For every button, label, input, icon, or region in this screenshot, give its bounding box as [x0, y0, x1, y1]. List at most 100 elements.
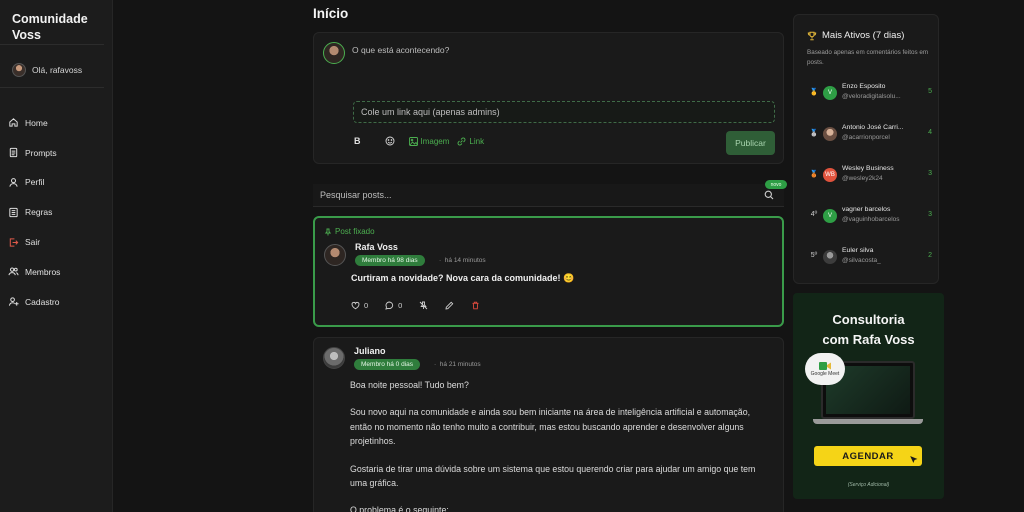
image-button[interactable]: Imagem: [408, 136, 449, 146]
post-card: Juliano Membro há 0 dias · há 21 minutos…: [313, 337, 784, 512]
image-icon: [408, 136, 418, 146]
ranking-row[interactable]: 4º V vagner barcelos @vaguinhobarcelos 3: [807, 204, 932, 228]
trophy-icon: [807, 31, 817, 40]
rank-name: Antonio José Carri...: [842, 124, 904, 131]
document-icon: [9, 148, 18, 158]
greeting-text: Olá, rafavoss: [32, 65, 83, 75]
sidebar-nav: Home Prompts Perfil Regras Sair Membros …: [8, 108, 108, 317]
user-add-icon: [8, 297, 19, 306]
post-time-text: há 21 minutos: [439, 361, 481, 368]
rank-handle: @acarrionporcel: [842, 134, 890, 141]
post-author[interactable]: Rafa Voss: [355, 242, 398, 252]
ranking-row[interactable]: 5º Euler silva @silvacosta_ 2: [807, 245, 932, 269]
rules-icon: [9, 207, 18, 217]
pencil-icon: [445, 301, 454, 310]
rank-name: Wesley Business: [842, 165, 894, 172]
sidebar-item-label: Regras: [25, 207, 53, 218]
meet-label: Google Meet: [810, 371, 840, 377]
page-title: Início: [313, 6, 349, 21]
sidebar-item-membros[interactable]: Membros: [8, 257, 108, 287]
like-count: 0: [364, 301, 369, 310]
rank-position: 4º: [810, 211, 818, 218]
most-active-card: Mais Ativos (7 dias) Baseado apenas em c…: [793, 14, 939, 284]
avatar: V: [823, 209, 837, 223]
publish-button[interactable]: Publicar: [726, 131, 775, 155]
sidebar-item-label: Sair: [25, 237, 41, 248]
consulting-promo[interactable]: Consultoria com Rafa Voss Google Meet AG…: [793, 293, 944, 499]
like-button[interactable]: 0: [351, 301, 368, 310]
sidebar-item-regras[interactable]: Regras: [8, 197, 108, 227]
rank-name: Enzo Esposito: [842, 83, 886, 90]
sidebar-divider: [0, 44, 104, 45]
avatar: V: [823, 86, 837, 100]
post-actions: 0 0: [351, 301, 497, 310]
sidebar: Comunidade Voss Olá, rafavoss Home Promp…: [0, 0, 113, 512]
sidebar-item-sair[interactable]: Sair: [8, 227, 108, 257]
users-icon: [8, 267, 19, 276]
avatar: [12, 63, 26, 77]
sidebar-item-perfil[interactable]: Perfil: [8, 168, 108, 198]
composer-input[interactable]: O que está acontecendo?: [352, 45, 449, 55]
composer-toolbar: B Imagem Link: [354, 136, 492, 146]
sidebar-item-label: Membros: [25, 266, 61, 277]
video-camera-icon: [819, 362, 831, 370]
home-icon: [9, 118, 18, 128]
pinned-post: Post fixado Rafa Voss Membro há 98 dias …: [313, 216, 784, 327]
emoji-icon: [385, 136, 394, 146]
ranking-row[interactable]: 🥉 WB Wesley Business @wesley2k24 3: [807, 163, 932, 187]
avatar[interactable]: [323, 347, 345, 369]
edit-button[interactable]: [445, 301, 454, 310]
user-icon: [9, 178, 18, 187]
rank-position: 🥇: [809, 89, 819, 96]
delete-button[interactable]: [471, 301, 480, 310]
rank-name: Euler silva: [842, 247, 874, 254]
comment-button[interactable]: 0: [385, 301, 402, 310]
post-time: · há 14 minutos: [439, 257, 486, 264]
ranking-row[interactable]: 🥇 V Enzo Esposito @veloradigitalsolu... …: [807, 81, 932, 105]
heart-icon: [351, 301, 360, 310]
link-input[interactable]: Cole um link aqui (apenas admins): [353, 101, 775, 123]
search-input[interactable]: Pesquisar posts...: [313, 184, 784, 207]
pinned-label-text: Post fixado: [335, 227, 375, 236]
post-author[interactable]: Juliano: [354, 346, 386, 356]
rank-handle: @veloradigitalsolu...: [842, 93, 901, 100]
unpin-button[interactable]: [419, 301, 428, 310]
link-button[interactable]: Link: [457, 137, 484, 146]
post-paragraph: O problema é o seguinte:: [350, 505, 449, 512]
ranking-row[interactable]: 🥈 Antonio José Carri... @acarrionporcel …: [807, 122, 932, 146]
sidebar-divider: [0, 87, 104, 88]
sidebar-item-cadastro[interactable]: Cadastro: [8, 287, 108, 317]
link-button-label: Link: [469, 136, 485, 146]
promo-title: Consultoria com Rafa Voss: [793, 310, 944, 350]
post-time-text: há 14 minutos: [444, 257, 486, 264]
sidebar-item-prompts[interactable]: Prompts: [8, 138, 108, 168]
rank-position: 🥉: [809, 171, 819, 178]
unpin-icon: [420, 301, 428, 310]
user-greeting[interactable]: Olá, rafavoss: [12, 63, 82, 77]
sidebar-item-label: Prompts: [25, 147, 57, 158]
post-body: Boa noite pessoal! Tudo bem? Sou novo aq…: [350, 378, 770, 512]
sidebar-item-home[interactable]: Home: [8, 108, 108, 138]
avatar: [823, 127, 837, 141]
sidebar-item-label: Home: [25, 117, 48, 128]
sidebar-item-label: Perfil: [25, 177, 45, 188]
new-badge: novo: [765, 180, 787, 189]
rank-handle: @silvacosta_: [842, 257, 881, 264]
google-meet-badge: Google Meet: [805, 353, 845, 385]
pinned-label: Post fixado: [324, 227, 375, 236]
avatar: [323, 42, 345, 64]
bold-button[interactable]: B: [354, 136, 361, 146]
emoji-button[interactable]: [385, 136, 395, 146]
rank-handle: @wesley2k24: [842, 175, 883, 182]
rank-count: 4: [928, 129, 932, 136]
post-paragraph: Boa noite pessoal! Tudo bem?: [350, 380, 469, 390]
rank-count: 5: [928, 88, 932, 95]
rank-count: 3: [928, 211, 932, 218]
avatar[interactable]: [324, 244, 346, 266]
avatar: [823, 250, 837, 264]
member-badge: Membro há 0 dias: [354, 359, 421, 370]
laptop-base: [813, 419, 923, 424]
most-active-subtitle: Baseado apenas em comentários feitos em …: [807, 49, 929, 66]
promo-title-line: Consultoria: [832, 312, 905, 327]
search-icon[interactable]: [764, 190, 774, 200]
